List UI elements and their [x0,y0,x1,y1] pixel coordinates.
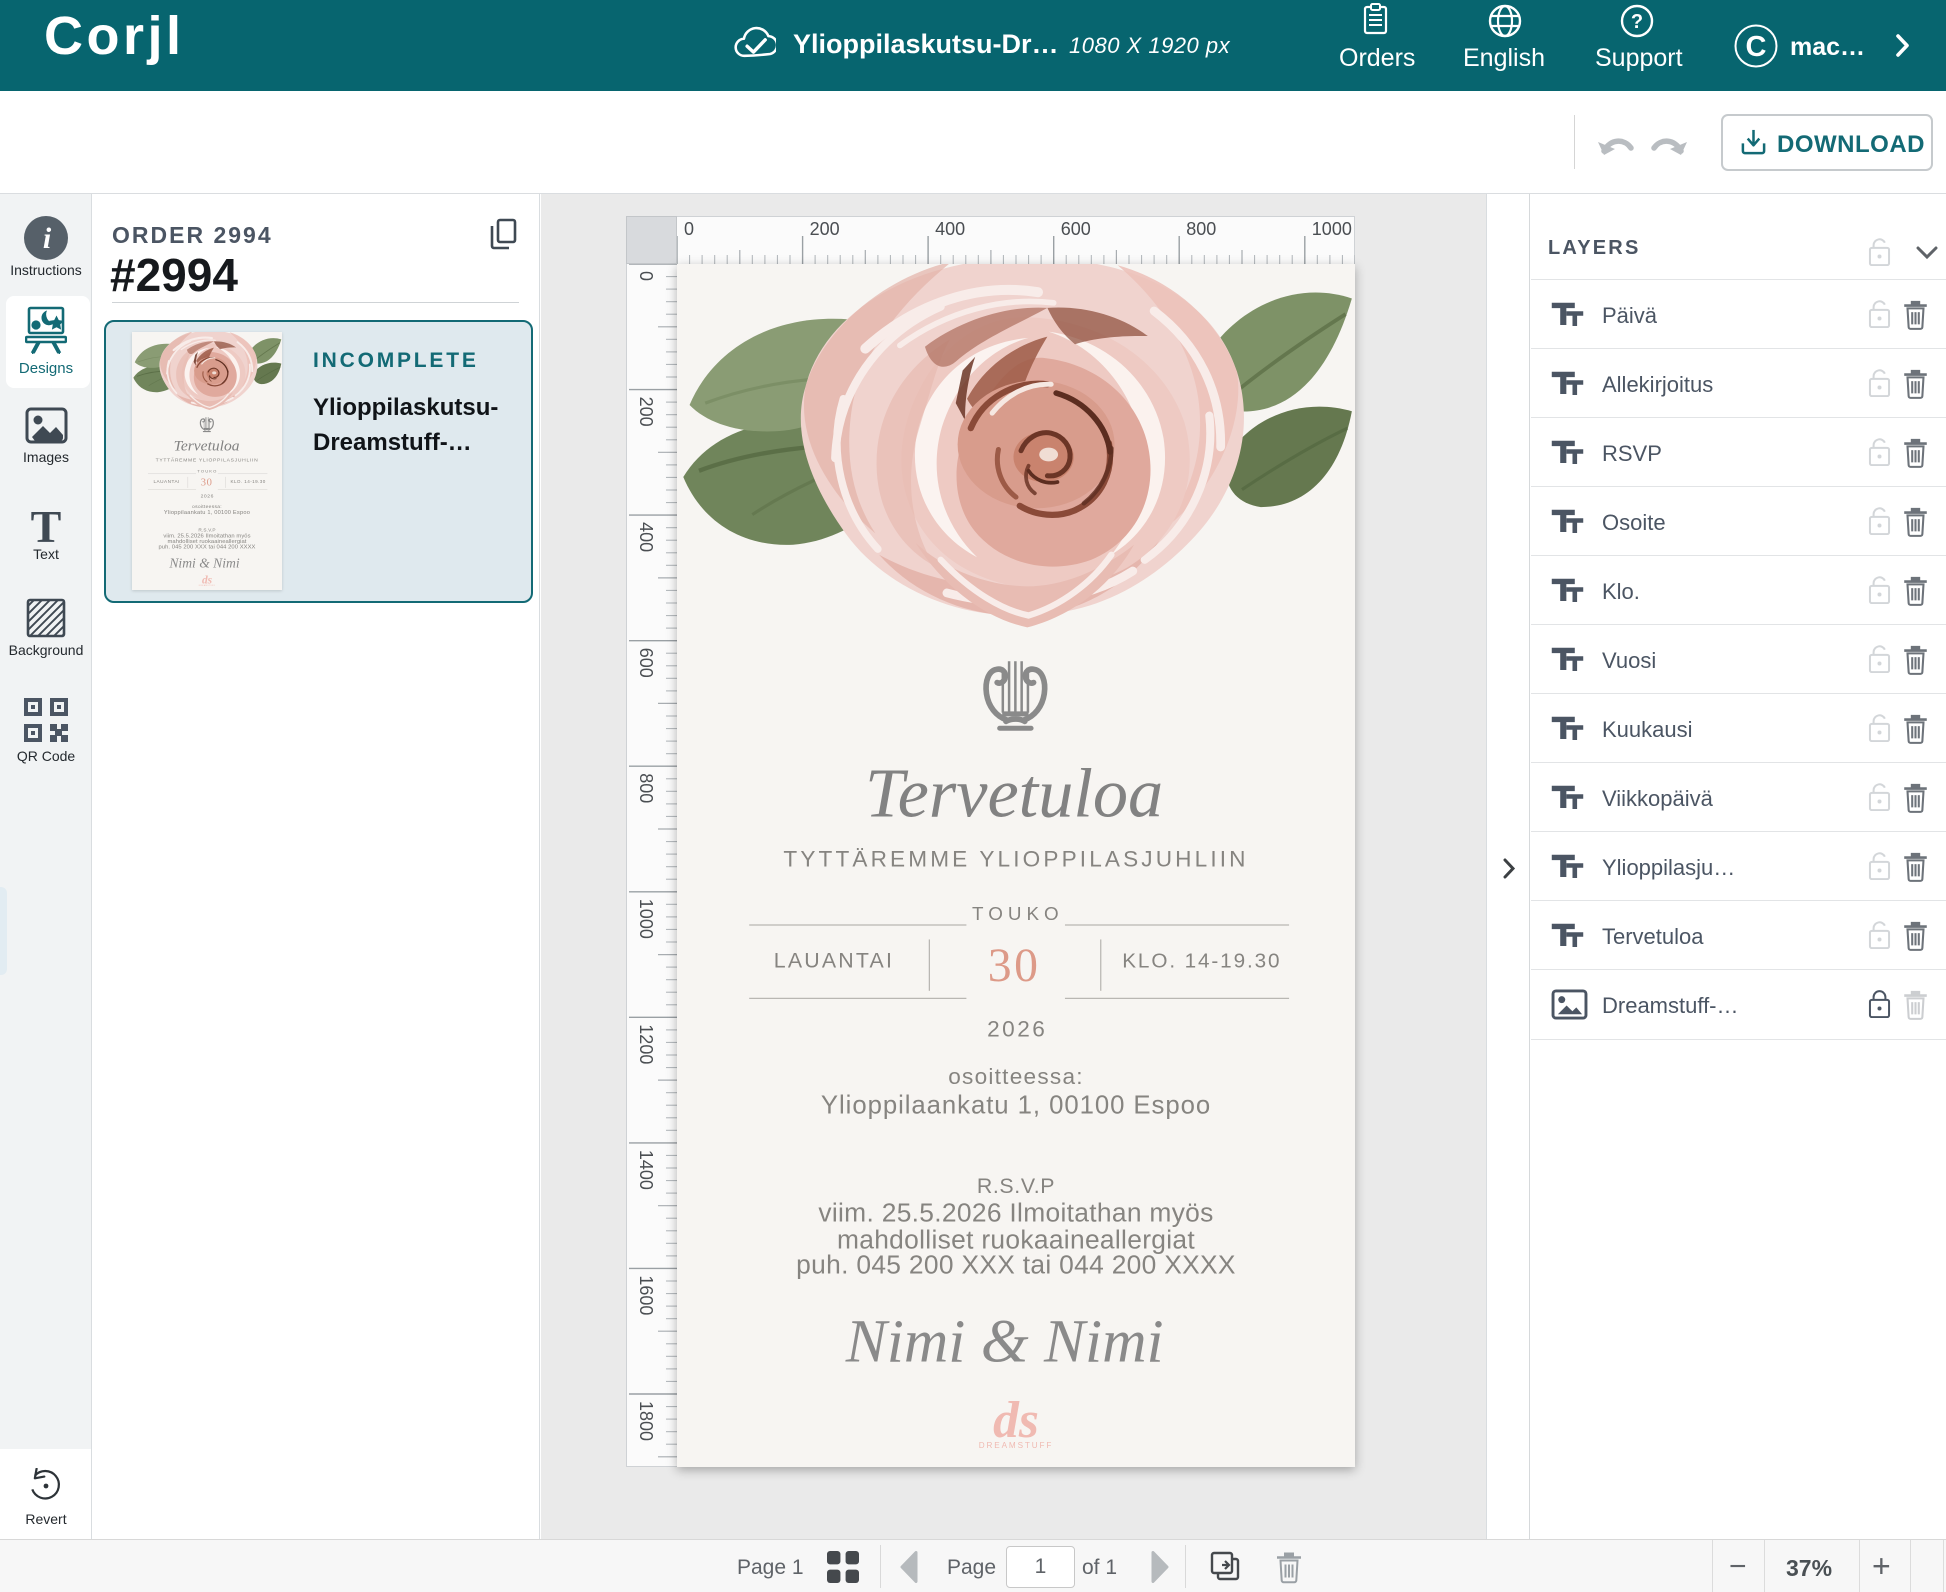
svg-text:1200: 1200 [636,1024,656,1064]
svg-text:200: 200 [636,397,656,427]
svg-text:1600: 1600 [636,1275,656,1315]
svg-text:0: 0 [636,271,656,281]
svg-text:0: 0 [684,219,694,239]
svg-text:1800: 1800 [636,1401,656,1441]
svg-text:?: ? [1631,11,1643,33]
svg-text:400: 400 [636,522,656,552]
svg-text:800: 800 [1186,219,1216,239]
svg-text:1400: 1400 [636,1150,656,1190]
svg-text:C: C [1746,31,1767,63]
svg-text:400: 400 [935,219,965,239]
svg-text:1000: 1000 [1312,219,1352,239]
svg-text:i: i [43,222,52,255]
svg-text:200: 200 [810,219,840,239]
svg-text:600: 600 [1061,219,1091,239]
svg-text:800: 800 [636,773,656,803]
svg-text:600: 600 [636,648,656,678]
svg-text:1000: 1000 [636,899,656,939]
